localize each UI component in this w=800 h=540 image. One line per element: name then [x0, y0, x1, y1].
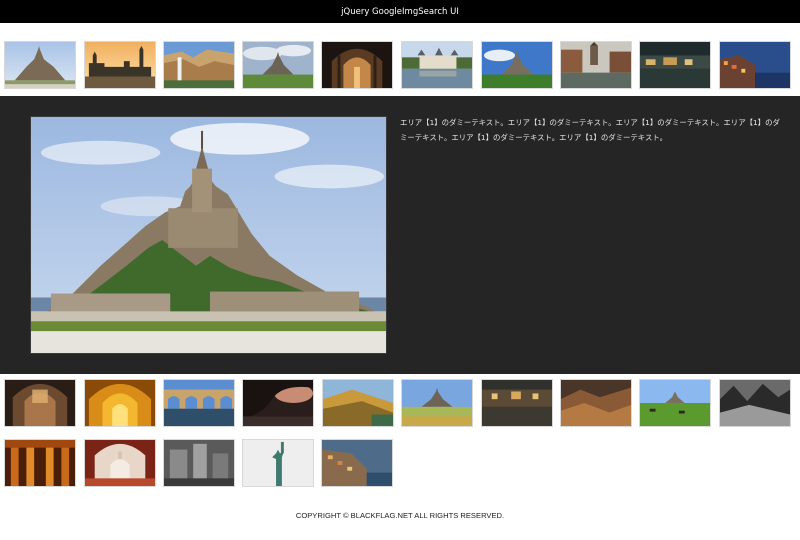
thumbnail-chateau-chenonceau[interactable] — [401, 41, 473, 89]
thumbnail-image — [5, 440, 75, 486]
thumbnail-image — [322, 42, 392, 88]
thumbnail-canyon-waterfall[interactable] — [163, 41, 235, 89]
featured-image-mont-saint-michel — [31, 117, 386, 353]
thumbnail-image — [322, 440, 392, 486]
thumbnail-image — [482, 42, 552, 88]
thumbnail-mont-saint-michel-pasture[interactable] — [639, 379, 711, 427]
thumbnail-image — [640, 380, 710, 426]
thumbnail-aqueduct-bridge[interactable] — [163, 379, 235, 427]
featured-image[interactable] — [30, 116, 387, 354]
thumbnail-ruins-bw[interactable] — [163, 439, 235, 487]
thumbnail-gothic-interior[interactable] — [4, 379, 76, 427]
thumbnail-temple-interior[interactable] — [4, 439, 76, 487]
thumbnail-image — [561, 380, 631, 426]
thumbnail-cave-sunset[interactable] — [242, 379, 314, 427]
thumbnail-image — [85, 440, 155, 486]
header-bar: jQuery GoogleImgSearch UI — [0, 0, 800, 23]
thumbnail-cathedral-interior[interactable] — [321, 41, 393, 89]
thumbnail-image — [323, 380, 393, 426]
thumbnail-image — [85, 380, 155, 426]
thumbnail-image — [164, 380, 234, 426]
thumbnail-image — [243, 440, 313, 486]
thumbnail-image — [243, 380, 313, 426]
thumbnail-image — [720, 42, 790, 88]
thumbnail-coastal-village-dusk[interactable] — [719, 41, 791, 89]
thumbnail-image — [243, 42, 313, 88]
thumbnail-palace-westminster[interactable] — [84, 41, 156, 89]
thumbnail-image — [5, 380, 75, 426]
thumbnail-golden-hillside[interactable] — [322, 379, 394, 427]
thumbnail-image — [640, 42, 710, 88]
thumbnail-mont-saint-michel-field[interactable] — [242, 41, 314, 89]
thumbnail-night-waterfront[interactable] — [639, 41, 711, 89]
thumbnail-canal-town[interactable] — [560, 41, 632, 89]
thumbnail-image — [164, 440, 234, 486]
thumbnail-riverside-night[interactable] — [481, 379, 553, 427]
thumbnail-image — [561, 42, 631, 88]
copyright-text: COPYRIGHT © BLACKFLAG.NET ALL RIGHTS RES… — [295, 511, 505, 520]
thumbnail-golden-arches[interactable] — [84, 379, 156, 427]
page-title: jQuery GoogleImgSearch UI — [341, 6, 459, 17]
thumbnail-image — [5, 42, 75, 88]
featured-description: エリア【1】のダミーテキスト。エリア【1】のダミーテキスト。エリア【1】のダミー… — [400, 118, 780, 142]
thumbnail-mountain-valley-bw[interactable] — [719, 379, 791, 427]
thumbnail-mont-saint-michel[interactable] — [4, 41, 76, 89]
thumbnail-desert-rocks[interactable] — [560, 379, 632, 427]
thumbnail-image — [720, 380, 790, 426]
thumbnail-taj-mahal-arch[interactable] — [84, 439, 156, 487]
thumbnail-cliff-village[interactable] — [321, 439, 393, 487]
thumbnail-image — [85, 42, 155, 88]
footer: COPYRIGHT © BLACKFLAG.NET ALL RIGHTS RES… — [0, 511, 800, 520]
thumbnail-mont-saint-michel-green[interactable] — [481, 41, 553, 89]
thumbnail-image — [164, 42, 234, 88]
thumbnail-image — [402, 42, 472, 88]
thumbnail-mont-saint-michel-meadow[interactable] — [401, 379, 473, 427]
thumbnail-image — [482, 380, 552, 426]
featured-panel: エリア【1】のダミーテキスト。エリア【1】のダミーテキスト。エリア【1】のダミー… — [0, 96, 800, 374]
thumbnail-image — [402, 380, 472, 426]
thumbnail-statue-of-liberty[interactable] — [242, 439, 314, 487]
